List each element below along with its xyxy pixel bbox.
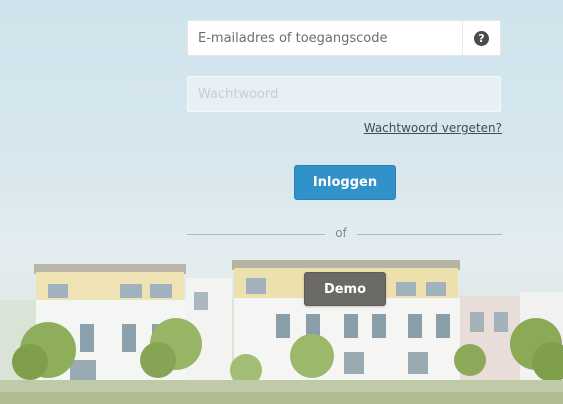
forgot-password-link[interactable]: Wachtwoord vergeten? (340, 121, 502, 135)
separator-line-left (187, 234, 325, 235)
email-field[interactable] (187, 20, 501, 56)
background-houses-image (0, 260, 563, 404)
demo-button[interactable]: Demo (304, 272, 386, 306)
question-circle-icon: ? (474, 30, 489, 46)
password-field[interactable] (187, 76, 501, 112)
help-button[interactable]: ? (462, 21, 500, 55)
separator-line-right (357, 234, 502, 235)
login-button[interactable]: Inloggen (294, 165, 396, 200)
separator-label: of (335, 226, 347, 240)
